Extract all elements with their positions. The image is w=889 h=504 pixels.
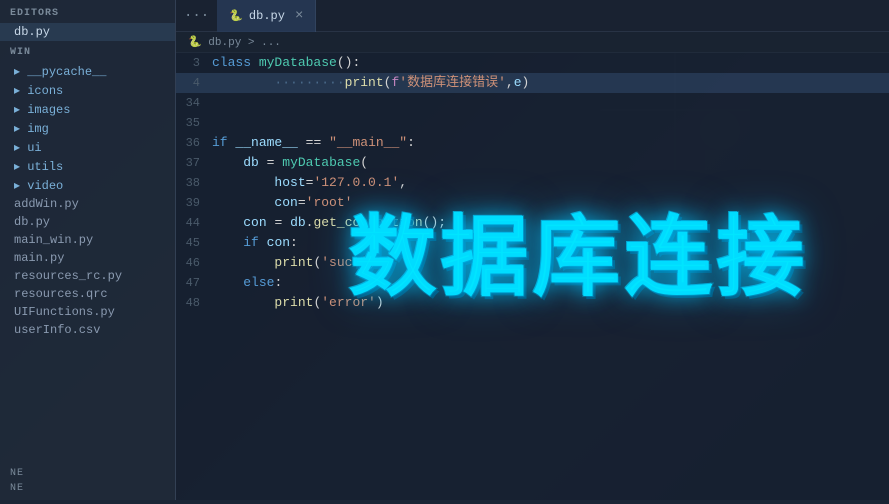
- sidebar-item-db-py-active[interactable]: db.py: [0, 23, 175, 41]
- sidebar-folder-icon: ▸: [14, 65, 27, 79]
- tab-label: db.py: [249, 9, 285, 23]
- sidebar-folder-icon: ▸: [14, 160, 27, 174]
- line-num-37: 37: [176, 153, 212, 173]
- code-line-39: 39 con='root': [176, 193, 889, 213]
- code-line-38: 38 host='127.0.0.1',: [176, 173, 889, 193]
- sidebar-folder-icon: ▸: [14, 179, 27, 193]
- editor-area: ··· 🐍 db.py × 🐍 db.py > ... 3 class myDa…: [176, 0, 889, 500]
- line-content-47: else:: [212, 273, 889, 293]
- sidebar-item-uifunctions[interactable]: UIFunctions.py: [0, 303, 175, 321]
- line-content-3: class myDatabase():: [212, 53, 889, 73]
- line-num-4: 4: [176, 73, 212, 93]
- line-num-39: 39: [176, 193, 212, 213]
- sidebar-bottom-ne1: NE: [0, 466, 175, 481]
- line-num-48: 48: [176, 293, 212, 313]
- line-content-36: if __name__ == "__main__":: [212, 133, 889, 153]
- sidebar-item-resources-qrc[interactable]: resources.qrc: [0, 285, 175, 303]
- tab-bar: ··· 🐍 db.py ×: [176, 0, 889, 32]
- line-num-38: 38: [176, 173, 212, 193]
- line-num-3: 3: [176, 53, 212, 73]
- line-content-38: host='127.0.0.1',: [212, 173, 889, 193]
- sidebar-folder-icon: ▸: [14, 141, 27, 155]
- code-line-37: 37 db = myDatabase(: [176, 153, 889, 173]
- sidebar-item-ui[interactable]: ▸ ui: [0, 138, 175, 157]
- line-num-47: 47: [176, 273, 212, 293]
- sidebar: EDITORS db.py WIN ▸ __pycache__ ▸ icons …: [0, 0, 176, 500]
- line-num-45: 45: [176, 233, 212, 253]
- sidebar-item-icons[interactable]: ▸ icons: [0, 81, 175, 100]
- code-line-4: 4 ·········print(f'数据库连接错误',e): [176, 73, 889, 93]
- code-content: 3 class myDatabase(): 4 ·········print(f…: [176, 53, 889, 500]
- sidebar-item-userinfo[interactable]: userInfo.csv: [0, 321, 175, 339]
- tab-close-button[interactable]: ×: [295, 8, 303, 24]
- sidebar-item-video[interactable]: ▸ video: [0, 176, 175, 195]
- code-line-45: 45 if con:: [176, 233, 889, 253]
- line-num-34: 34: [176, 93, 212, 113]
- code-line-46: 46 print('succ'): [176, 253, 889, 273]
- sidebar-folder-icon: ▸: [14, 103, 27, 117]
- code-line-44: 44 con = db.get_connection();: [176, 213, 889, 233]
- sidebar-bottom-ne2: NE: [0, 481, 175, 496]
- editors-label: EDITORS: [0, 0, 175, 23]
- ide-container: EDITORS db.py WIN ▸ __pycache__ ▸ icons …: [0, 0, 889, 500]
- sidebar-folder-icon: ▸: [14, 84, 27, 98]
- sidebar-item-resources-rc[interactable]: resources_rc.py: [0, 267, 175, 285]
- line-num-35: 35: [176, 113, 212, 133]
- code-line-48: 48 print('error'): [176, 293, 889, 313]
- code-line-35: 35: [176, 113, 889, 133]
- sidebar-item-main[interactable]: main.py: [0, 249, 175, 267]
- sidebar-item-main-win[interactable]: main_win.py: [0, 231, 175, 249]
- tab-db-py[interactable]: 🐍 db.py ×: [217, 0, 316, 32]
- sidebar-bottom: NE NE: [0, 466, 175, 500]
- line-num-44: 44: [176, 213, 212, 233]
- line-content-44: con = db.get_connection();: [212, 213, 889, 233]
- sidebar-item-pycache[interactable]: ▸ __pycache__: [0, 62, 175, 81]
- tab-overflow-dots[interactable]: ···: [176, 8, 217, 24]
- line-content-37: db = myDatabase(: [212, 153, 889, 173]
- line-num-36: 36: [176, 133, 212, 153]
- sidebar-item-label: db.py: [14, 25, 50, 39]
- sidebar-item-images[interactable]: ▸ images: [0, 100, 175, 119]
- sidebar-item-img[interactable]: ▸ img: [0, 119, 175, 138]
- line-content-45: if con:: [212, 233, 889, 253]
- line-content-4: ·········print(f'数据库连接错误',e): [212, 73, 889, 93]
- code-line-47: 47 else:: [176, 273, 889, 293]
- breadcrumb: 🐍 db.py > ...: [176, 32, 889, 53]
- code-line-3: 3 class myDatabase():: [176, 53, 889, 73]
- line-content-46: print('succ'): [212, 253, 889, 273]
- sidebar-item-db-py[interactable]: db.py: [0, 213, 175, 231]
- line-content-39: con='root': [212, 193, 889, 213]
- sidebar-item-addwin[interactable]: addWin.py: [0, 195, 175, 213]
- code-line-36: 36 if __name__ == "__main__":: [176, 133, 889, 153]
- python-icon: 🐍: [229, 9, 243, 23]
- code-line-34: 34: [176, 93, 889, 113]
- sidebar-item-utils[interactable]: ▸ utils: [0, 157, 175, 176]
- line-content-48: print('error'): [212, 293, 889, 313]
- sidebar-folder-icon: ▸: [14, 122, 27, 136]
- win-label: WIN: [0, 41, 175, 62]
- line-num-46: 46: [176, 253, 212, 273]
